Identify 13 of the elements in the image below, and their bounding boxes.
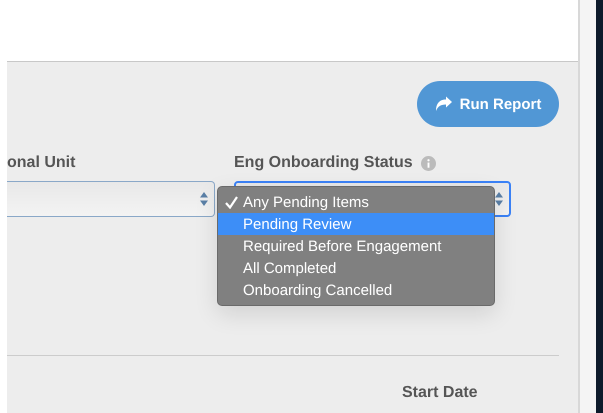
field-label: onal Unit [7,154,76,172]
field-label: Eng Onboarding Status [234,154,413,172]
dropdown-option[interactable]: Required Before Engagement [218,235,494,257]
up-down-arrows-icon [495,191,503,207]
dropdown-option[interactable]: Pending Review [218,213,494,235]
dropdown-option[interactable]: All Completed [218,257,494,279]
share-arrow-icon [434,96,453,112]
dropdown-option[interactable]: Any Pending Items [218,191,494,213]
run-report-button[interactable]: Run Report [417,81,559,127]
select-field[interactable] [7,181,215,217]
dropdown-option[interactable]: Onboarding Cancelled [218,279,494,301]
column-header: Start Date [402,384,478,402]
up-down-arrows-icon [200,191,208,207]
